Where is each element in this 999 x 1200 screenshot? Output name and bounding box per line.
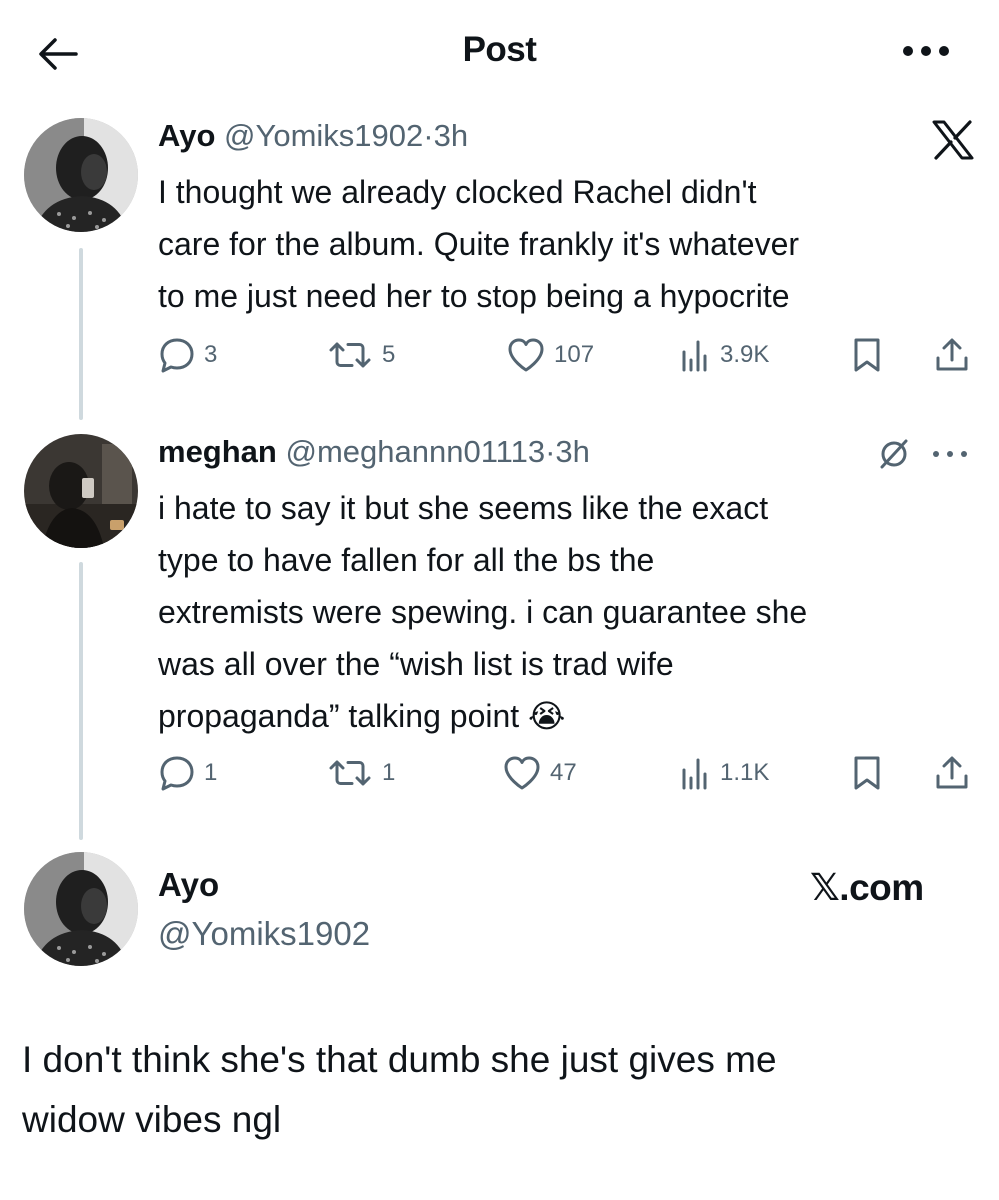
- timestamp[interactable]: 3h: [434, 118, 468, 153]
- repost-button[interactable]: 1: [326, 748, 395, 798]
- author-name[interactable]: Ayo: [158, 118, 215, 153]
- views-button[interactable]: 3.9K: [678, 330, 769, 380]
- author-handle[interactable]: @Yomiks1902: [158, 915, 370, 953]
- x-logo-icon: [932, 120, 974, 160]
- avatar[interactable]: [24, 118, 138, 232]
- tweet-text: i hate to say it but she seems like the …: [158, 490, 808, 734]
- tweet-actions: 3 5 107 3.9K: [158, 330, 978, 380]
- slash-circle-icon[interactable]: [876, 436, 912, 472]
- bookmark-icon: [854, 756, 880, 790]
- share-icon: [936, 338, 968, 371]
- views-button[interactable]: 1.1K: [678, 748, 769, 798]
- tweet-header: Ayo @Yomiks1902·3h: [158, 118, 468, 154]
- bookmark-button[interactable]: [852, 748, 882, 798]
- bookmark-button[interactable]: [852, 330, 882, 380]
- repost-icon: [329, 342, 371, 368]
- more-horizontal-icon[interactable]: [900, 34, 952, 68]
- avatar[interactable]: [24, 434, 138, 548]
- thread-line: [79, 562, 83, 840]
- separator: ·: [423, 118, 434, 153]
- bookmark-icon: [854, 338, 880, 372]
- author-handle[interactable]: @meghannn01113: [285, 434, 545, 469]
- heart-icon: [508, 338, 544, 372]
- author-name[interactable]: Ayo: [158, 866, 219, 904]
- repost-button[interactable]: 5: [326, 330, 395, 380]
- views-icon: [682, 758, 707, 790]
- heart-icon: [504, 756, 540, 790]
- tweet-actions: 1 1 47 1.1K: [158, 748, 978, 798]
- reply-button[interactable]: 3: [158, 330, 217, 380]
- share-button[interactable]: [934, 330, 970, 380]
- like-button[interactable]: 107: [506, 330, 594, 380]
- author-handle[interactable]: @Yomiks1902: [224, 118, 423, 153]
- author-name[interactable]: meghan: [158, 434, 277, 469]
- more-horizontal-icon[interactable]: [930, 446, 970, 462]
- views-icon: [682, 340, 707, 372]
- page-title: Post: [462, 30, 537, 69]
- post-text: I don't think she's that dumb she just g…: [22, 1039, 777, 1140]
- share-icon: [936, 756, 968, 789]
- reply-icon: [160, 338, 194, 373]
- share-button[interactable]: [934, 748, 970, 798]
- x-com-logo: 𝕏.com: [810, 867, 924, 908]
- like-button[interactable]: 47: [502, 748, 577, 798]
- reply-button[interactable]: 1: [158, 748, 217, 798]
- tweet-header: meghan @meghannn01113·3h: [158, 434, 590, 470]
- thread-line: [79, 248, 83, 420]
- repost-icon: [329, 760, 371, 786]
- timestamp[interactable]: 3h: [555, 434, 589, 469]
- reply-icon: [160, 756, 194, 791]
- separator: ·: [545, 434, 556, 469]
- avatar[interactable]: [24, 852, 138, 966]
- tweet-text: I thought we already clocked Rachel didn…: [158, 174, 800, 314]
- top-bar: Post: [0, 0, 999, 100]
